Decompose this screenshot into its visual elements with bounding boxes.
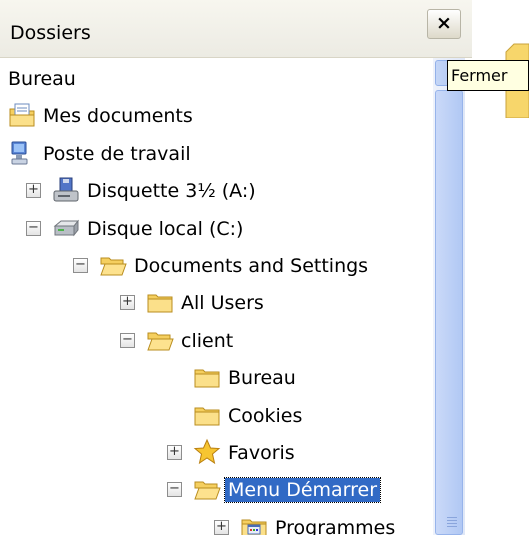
vertical-scrollbar[interactable] [433,58,465,535]
tree-item[interactable]: + Disquette 3½ (A:) [0,173,433,209]
tree-item[interactable]: − Documents and Settings [0,248,433,284]
tree-item-label: Disquette 3½ (A:) [87,180,256,203]
expand-toggle[interactable]: + [26,183,41,199]
grip-line [447,526,457,527]
collapse-toggle[interactable]: − [120,332,135,348]
tree-item-label: Bureau [228,367,296,390]
tree-item[interactable]: Poste de travail [0,136,433,172]
expand-toggle[interactable]: + [120,295,135,311]
tree-item[interactable]: + All Users [0,285,433,321]
collapse-toggle[interactable]: − [26,220,41,236]
scroll-thumb[interactable] [435,90,463,535]
my-documents-icon [8,101,36,129]
close-button[interactable]: × [427,9,461,39]
collapse-toggle[interactable]: − [73,258,88,273]
pane-title: Dossiers [10,22,91,44]
tree-item[interactable]: Mes documents [0,98,433,134]
collapse-toggle[interactable]: − [167,482,182,498]
folder-tree: Bureau Mes documents Poste de travail + Disq… [0,58,433,535]
tree-item[interactable]: Bureau [0,61,433,97]
tree-item[interactable]: + Favoris [0,435,433,471]
folder-icon [146,288,174,316]
folder-open-icon [99,251,127,279]
close-tooltip: Fermer [447,60,529,91]
tree-item[interactable]: Cookies [0,398,433,434]
tree-item[interactable]: − Menu Démarrer [0,472,433,508]
tree-item-label: Menu Démarrer [223,477,382,504]
tree-item[interactable]: Bureau [0,360,433,396]
tree-item-label: Cookies [228,404,303,427]
tree-item-label: Programmes [275,516,396,535]
folders-pane-header: Dossiers × [0,0,472,58]
tree-item[interactable]: + Programmes [0,510,433,535]
expand-toggle[interactable]: + [214,519,229,535]
tree-item-label: Mes documents [43,105,193,128]
tree-item-label: Poste de travail [43,142,191,165]
tree-item[interactable]: − client [0,323,433,359]
tree-item-label: Documents and Settings [134,255,369,277]
my-computer-icon [8,139,36,167]
expand-toggle[interactable]: + [167,445,182,460]
floppy-drive-icon [52,176,80,204]
tree-item-label: Disque local (C:) [87,217,244,240]
folder-open-icon [146,326,174,354]
tree-item[interactable]: − Disque local (C:) [0,211,433,247]
folder-icon [193,401,221,429]
tree-item-label: client [181,329,234,352]
programs-folder-icon [240,513,268,535]
star-folder-icon [193,438,221,466]
hard-drive-icon [52,214,80,242]
tree-item-label: Bureau [8,68,76,90]
grip-line [447,520,457,521]
tree-item-label: Favoris [228,442,295,464]
grip-line [447,517,457,518]
grip-line [447,523,457,524]
folder-open-icon [193,475,221,503]
folder-icon [193,363,221,391]
tree-item-label: All Users [181,292,264,315]
